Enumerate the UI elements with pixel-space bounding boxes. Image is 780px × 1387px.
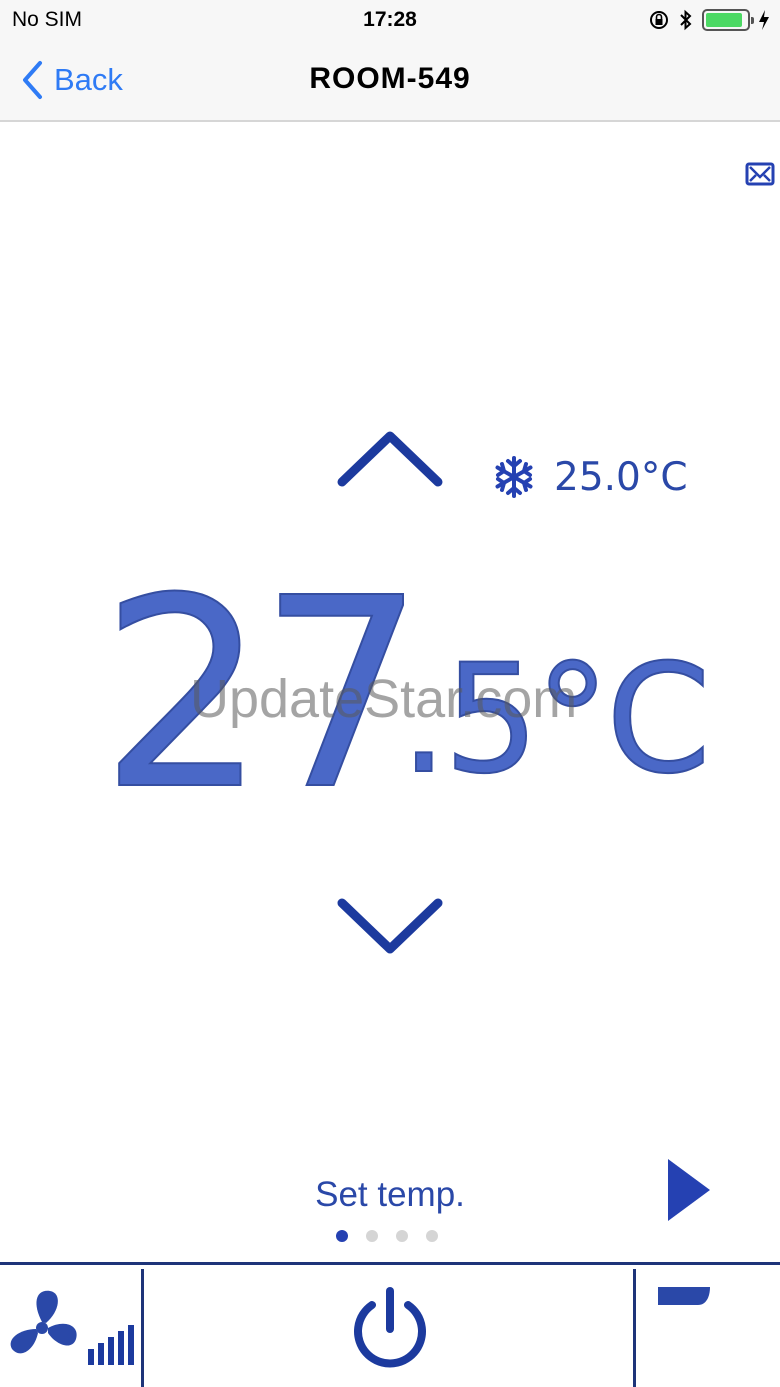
power-icon[interactable] — [348, 1285, 432, 1371]
watermark: UpdateStar.com — [190, 669, 578, 729]
bottom-toolbar — [0, 1262, 780, 1387]
toolbar-divider — [633, 1269, 636, 1387]
status-icons — [648, 7, 770, 33]
battery-tip — [751, 17, 754, 24]
toolbar-divider — [141, 1269, 144, 1387]
charging-icon — [759, 10, 769, 30]
room-temperature: 25.0°C — [554, 454, 688, 500]
page-dot[interactable] — [366, 1230, 378, 1242]
battery-level — [706, 13, 742, 27]
battery-icon — [702, 9, 754, 31]
next-page-button[interactable] — [664, 1155, 714, 1225]
page-dot[interactable] — [396, 1230, 408, 1242]
bluetooth-icon — [680, 9, 692, 31]
status-bar: No SIM 17:28 — [0, 0, 780, 40]
page-title: ROOM-549 — [309, 62, 471, 95]
increase-temp-button[interactable] — [330, 420, 450, 500]
navigation-bar: Back ROOM-549 — [0, 40, 780, 122]
page-indicator — [336, 1230, 438, 1242]
filter-sign-icon[interactable] — [744, 160, 776, 188]
page-dot[interactable] — [336, 1230, 348, 1242]
fan-speed-icon[interactable] — [4, 1283, 138, 1373]
minus-icon[interactable] — [654, 1283, 714, 1311]
page-dot[interactable] — [426, 1230, 438, 1242]
mode-indicator: 25.0°C — [492, 452, 688, 502]
snowflake-icon — [495, 456, 533, 498]
decrease-temp-button[interactable] — [330, 885, 450, 965]
set-temp-label: Set temp. — [315, 1175, 465, 1214]
orientation-lock-icon — [650, 11, 668, 29]
